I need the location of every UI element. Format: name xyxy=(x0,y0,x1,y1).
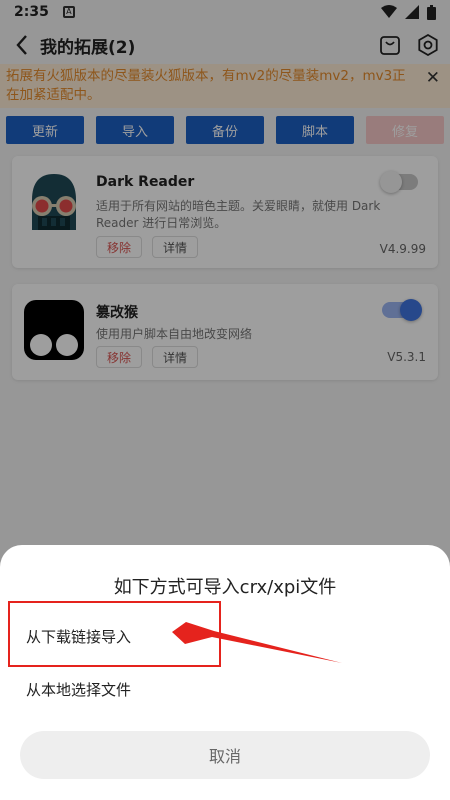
cancel-button[interactable]: 取消 xyxy=(20,731,430,779)
annotation-highlight-box xyxy=(8,601,221,667)
import-bottom-sheet: 如下方式可导入crx/xpi文件 从下载链接导入 从本地选择文件 取消 xyxy=(0,545,450,800)
sheet-title: 如下方式可导入crx/xpi文件 xyxy=(113,577,337,598)
import-local-file-option[interactable]: 从本地选择文件 xyxy=(26,679,131,700)
